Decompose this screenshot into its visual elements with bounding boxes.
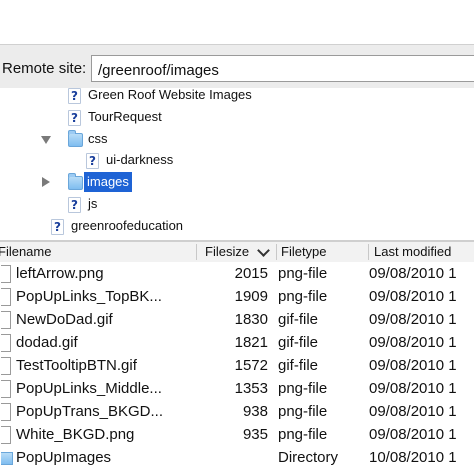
- file-row[interactable]: White_BKGD.png 935 png-file 09/08/2010 1: [0, 423, 474, 446]
- file-modified: 09/08/2010 1: [369, 288, 457, 305]
- remote-site-label: Remote site:: [2, 60, 87, 77]
- file-icon: [1, 288, 11, 306]
- file-icon: [1, 426, 11, 444]
- top-toolbar-area: [0, 0, 474, 45]
- tree-item-js[interactable]: ? js: [0, 193, 474, 215]
- tree-item-label-selected: images: [84, 172, 132, 192]
- question-icon: ?: [51, 219, 64, 235]
- file-row[interactable]: leftArrow.png 2015 png-file 09/08/2010 1: [0, 262, 474, 285]
- file-modified: 09/08/2010 1: [369, 334, 457, 351]
- tree-item-label: greenroofeducation: [71, 218, 184, 233]
- file-modified: 10/08/2010 1: [369, 449, 457, 466]
- file-name: NewDoDad.gif: [16, 311, 113, 328]
- file-type: png-file: [278, 380, 328, 397]
- file-modified: 09/08/2010 1: [369, 426, 457, 443]
- file-type: Directory: [278, 449, 339, 466]
- file-name: dodad.gif: [16, 334, 78, 351]
- file-size: 1821: [234, 334, 268, 351]
- file-name: PopUpLinks_Middle...: [16, 380, 162, 397]
- file-modified: 09/08/2010 1: [369, 380, 457, 397]
- folder-icon: [1, 452, 13, 465]
- tree-item-green-roof-website-images[interactable]: ? Green Roof Website Images: [0, 84, 474, 106]
- directory-row[interactable]: PopUpImages Directory 10/08/2010 1: [0, 446, 474, 469]
- file-size: 2015: [234, 265, 268, 282]
- file-type: gif-file: [278, 357, 319, 374]
- file-name: TestTooltipBTN.gif: [16, 357, 137, 374]
- remote-site-path-input[interactable]: [91, 55, 474, 82]
- file-type: png-file: [278, 288, 328, 305]
- column-separator[interactable]: [368, 244, 369, 260]
- file-icon: [1, 380, 11, 398]
- tree-item-greenroofeducation[interactable]: ? greenroofeducation: [0, 215, 474, 237]
- file-type: gif-file: [278, 334, 319, 351]
- file-type: png-file: [278, 265, 328, 282]
- file-type: gif-file: [278, 311, 319, 328]
- file-row[interactable]: PopUpLinks_Middle... 1353 png-file 09/08…: [0, 377, 474, 400]
- file-row[interactable]: dodad.gif 1821 gif-file 09/08/2010 1: [0, 331, 474, 354]
- file-row[interactable]: PopUpLinks_TopBK... 1909 png-file 09/08/…: [0, 285, 474, 308]
- file-icon: [1, 403, 11, 421]
- file-size: 938: [242, 403, 268, 420]
- folder-icon: [68, 130, 83, 147]
- expanded-disclosure-icon[interactable]: [41, 136, 51, 144]
- file-type: png-file: [278, 403, 328, 420]
- tree-item-images[interactable]: images: [0, 171, 474, 193]
- file-size: 1353: [234, 380, 268, 397]
- file-row[interactable]: NewDoDad.gif 1830 gif-file 09/08/2010 1: [0, 308, 474, 331]
- file-row[interactable]: PopUpTrans_BKGD... 938 png-file 09/08/20…: [0, 400, 474, 423]
- column-separator[interactable]: [276, 244, 277, 260]
- tree-item-label: css: [88, 131, 108, 146]
- file-icon: [1, 265, 11, 283]
- tree-item-css[interactable]: css: [0, 128, 474, 150]
- question-icon: ?: [86, 153, 99, 169]
- tree-item-label: TourRequest: [88, 109, 162, 124]
- tree-item-label: ui-darkness: [106, 152, 174, 167]
- question-icon: ?: [68, 197, 81, 213]
- file-name: White_BKGD.png: [16, 426, 135, 443]
- file-name: PopUpImages: [16, 449, 112, 466]
- file-name: PopUpLinks_TopBK...: [16, 288, 162, 305]
- file-name: leftArrow.png: [16, 265, 104, 282]
- tree-item-label: js: [88, 196, 98, 211]
- file-size: 1830: [234, 311, 268, 328]
- file-icon: [1, 357, 11, 375]
- file-size: 1572: [234, 357, 268, 374]
- file-size: 1909: [234, 288, 268, 305]
- file-modified: 09/08/2010 1: [369, 311, 457, 328]
- remote-directory-tree: ? Green Roof Website Images ? TourReques…: [0, 87, 474, 240]
- file-list-header: Filename Filesize Filetype Last modified: [0, 242, 474, 263]
- file-icon: [1, 334, 11, 352]
- collapsed-disclosure-icon[interactable]: [42, 177, 50, 187]
- sort-descending-icon: [257, 244, 270, 257]
- remote-file-list: leftArrow.png 2015 png-file 09/08/2010 1…: [0, 262, 474, 472]
- question-icon: ?: [68, 88, 81, 104]
- column-separator[interactable]: [196, 244, 197, 260]
- file-row[interactable]: TestTooltipBTN.gif 1572 gif-file 09/08/2…: [0, 354, 474, 377]
- file-name: PopUpTrans_BKGD...: [16, 403, 164, 420]
- folder-icon: [68, 173, 83, 190]
- column-header-last-modified[interactable]: Last modified: [374, 242, 451, 262]
- file-modified: 09/08/2010 1: [369, 403, 457, 420]
- column-header-filetype[interactable]: Filetype: [281, 242, 327, 262]
- column-header-filename[interactable]: Filename: [0, 242, 51, 262]
- file-size: 935: [242, 426, 268, 443]
- tree-item-label: Green Roof Website Images: [88, 87, 252, 102]
- file-modified: 09/08/2010 1: [369, 357, 457, 374]
- column-header-filesize[interactable]: Filesize: [205, 242, 249, 262]
- file-modified: 09/08/2010 1: [369, 265, 457, 282]
- file-icon: [1, 311, 11, 329]
- question-icon: ?: [68, 110, 81, 126]
- tree-item-ui-darkness[interactable]: ? ui-darkness: [0, 149, 474, 171]
- file-type: png-file: [278, 426, 328, 443]
- tree-item-tourrequest[interactable]: ? TourRequest: [0, 106, 474, 128]
